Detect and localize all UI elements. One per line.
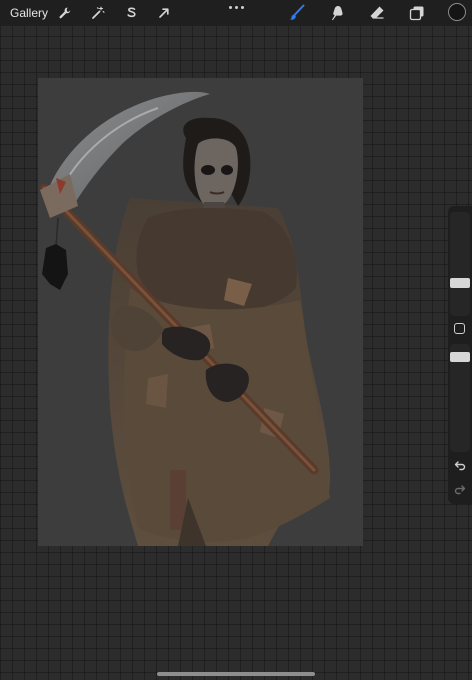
smudge-icon[interactable] [327,3,347,23]
selection-s-icon[interactable] [122,4,140,22]
gallery-button[interactable]: Gallery [10,5,48,21]
drawing-canvas[interactable] [38,78,363,546]
undo-arrow-icon[interactable] [452,457,468,473]
brush-icon[interactable] [287,3,307,23]
wrench-icon[interactable] [56,4,74,22]
procreate-app: Gallery [0,0,472,680]
brush-sidebar [448,206,472,504]
ellipsis-icon[interactable] [226,2,246,12]
layers-icon[interactable] [407,3,427,23]
square-modify-icon[interactable] [454,323,465,334]
brush-size-thumb[interactable] [450,278,470,288]
brush-size-slider[interactable] [450,212,470,316]
reaper-figure-illustration [39,91,330,546]
top-toolbar: Gallery [0,0,472,26]
arrow-cursor-icon[interactable] [155,4,173,22]
magic-wand-icon[interactable] [89,4,107,22]
redo-arrow-icon[interactable] [452,481,468,497]
brush-opacity-thumb[interactable] [450,352,470,362]
color-picker-swatch[interactable] [448,3,466,21]
home-indicator[interactable] [157,672,315,676]
eraser-icon[interactable] [367,3,387,23]
